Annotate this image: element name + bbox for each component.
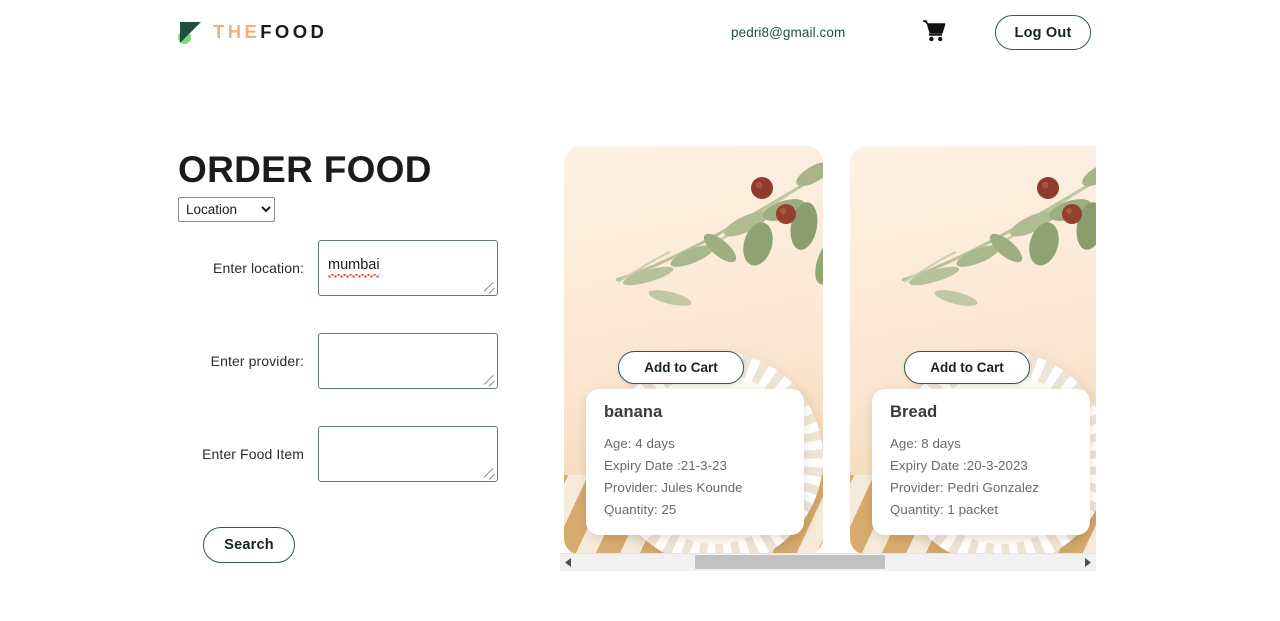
provider-field-label: Enter provider: xyxy=(210,353,304,369)
cart-button[interactable] xyxy=(919,19,949,47)
field-row-provider: Enter provider: xyxy=(178,333,518,389)
chevron-right-icon xyxy=(1084,557,1091,567)
food-card-track: Add to Cart banana Age: 4 days Expiry Da… xyxy=(556,140,1096,555)
field-row-food-item: Enter Food Item xyxy=(178,426,518,482)
food-expiry: Expiry Date :20-3-2023 xyxy=(890,458,1028,473)
food-card[interactable]: Add to Cart banana Age: 4 days Expiry Da… xyxy=(564,146,823,555)
add-to-cart-button[interactable]: Add to Cart xyxy=(904,351,1030,384)
food-age: Age: 8 days xyxy=(890,436,961,451)
brand-food: FOOD xyxy=(260,21,328,42)
scrollbar-track[interactable] xyxy=(577,553,1079,571)
food-item-input[interactable] xyxy=(318,426,498,482)
brand-logo[interactable]: THEFOOD xyxy=(178,20,327,44)
food-card-rail: Add to Cart banana Age: 4 days Expiry Da… xyxy=(556,140,1096,572)
add-to-cart-button[interactable]: Add to Cart xyxy=(618,351,744,384)
scroll-right-button[interactable] xyxy=(1079,553,1096,571)
brand-the: THE xyxy=(213,21,261,42)
food-name: banana xyxy=(604,403,663,421)
horizontal-scrollbar[interactable] xyxy=(560,553,1096,571)
field-row-location: Enter location: mumbai xyxy=(178,240,518,296)
olive-branch-graphic xyxy=(901,161,1096,306)
chevron-left-icon xyxy=(565,557,572,567)
triangle-leaf-logo-icon xyxy=(178,20,202,44)
resize-handle-icon[interactable] xyxy=(484,375,496,387)
food-expiry: Expiry Date :21-3-23 xyxy=(604,458,727,473)
location-input-value: mumbai xyxy=(328,257,380,280)
location-field-label: Enter location: xyxy=(213,260,304,276)
scrollbar-thumb[interactable] xyxy=(695,554,885,569)
provider-input[interactable] xyxy=(318,333,498,389)
scroll-left-button[interactable] xyxy=(560,553,577,571)
food-card-info: Bread Age: 8 days Expiry Date :20-3-2023… xyxy=(872,389,1090,535)
location-select[interactable]: Location xyxy=(178,197,275,222)
food-provider: Provider: Jules Kounde xyxy=(604,480,743,495)
resize-handle-icon[interactable] xyxy=(484,282,496,294)
user-email: pedri8@gmail.com xyxy=(731,25,846,40)
brand-wordmark: THEFOOD xyxy=(213,21,327,43)
food-card-info: banana Age: 4 days Expiry Date :21-3-23 … xyxy=(586,389,804,535)
search-button[interactable]: Search xyxy=(203,527,295,563)
logout-button[interactable]: Log Out xyxy=(995,15,1091,50)
site-header: THEFOOD pedri8@gmail.com Log Out xyxy=(0,0,1280,66)
food-card[interactable]: Add to Cart Bread Age: 8 days Expiry Dat… xyxy=(850,146,1096,555)
shopping-cart-icon xyxy=(922,19,946,47)
food-name: Bread xyxy=(890,403,938,421)
page-title: ORDER FOOD xyxy=(178,148,432,190)
resize-handle-icon[interactable] xyxy=(484,468,496,480)
olive-branch-graphic xyxy=(615,161,823,306)
food-quantity: Quantity: 25 xyxy=(604,502,677,517)
food-item-field-label: Enter Food Item xyxy=(202,446,304,462)
food-provider: Provider: Pedri Gonzalez xyxy=(890,480,1040,495)
food-quantity: Quantity: 1 packet xyxy=(890,502,999,517)
food-age: Age: 4 days xyxy=(604,436,675,451)
location-input[interactable]: mumbai xyxy=(318,240,498,296)
